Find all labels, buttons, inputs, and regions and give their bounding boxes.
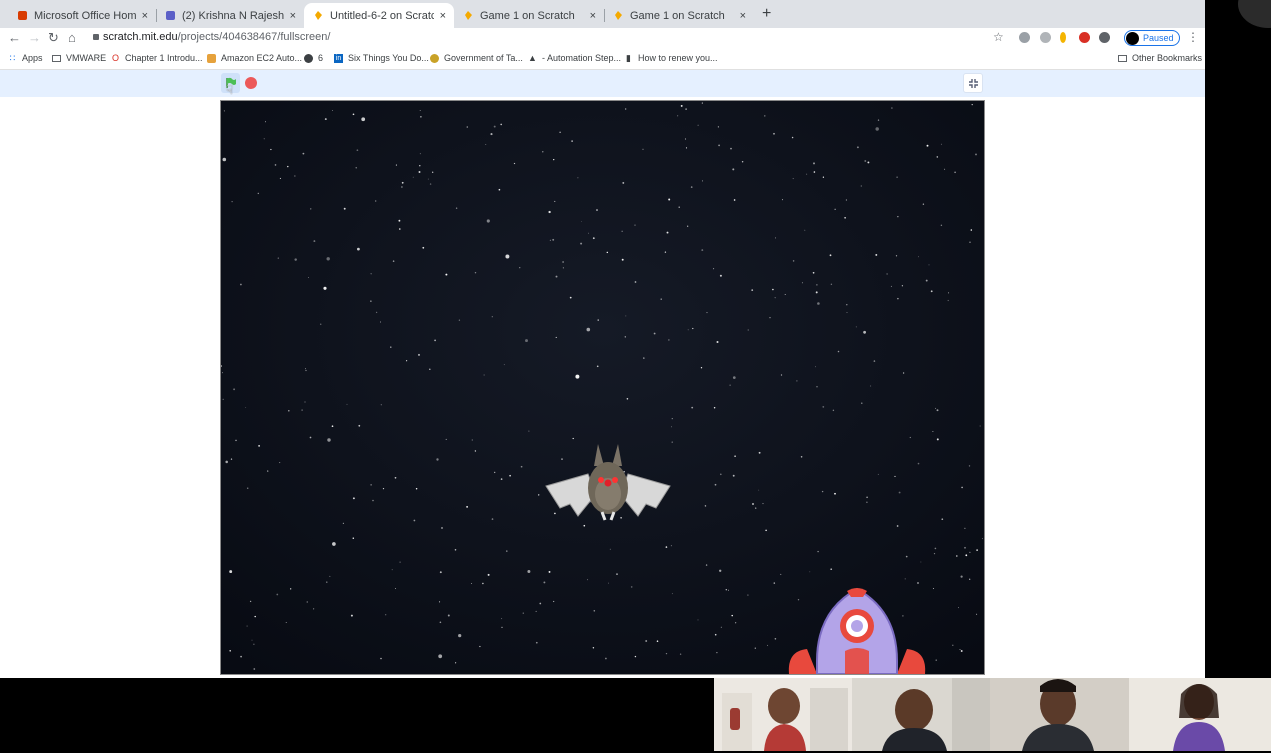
scratch-favicon-icon [312, 10, 324, 22]
triangle-icon: ▲ [528, 52, 537, 63]
stop-button[interactable] [245, 77, 257, 89]
avatar [1126, 31, 1139, 45]
tab-teams[interactable]: (2) Krishna N Rajesh, +6 | Micr × [156, 3, 304, 28]
tab-close-icon[interactable]: × [740, 10, 746, 22]
doc-icon: ▮ [626, 52, 631, 63]
tab-close-icon[interactable]: × [440, 10, 446, 22]
sprites-layer [545, 444, 926, 674]
exit-fullscreen-icon [968, 78, 978, 88]
back-arrow-icon[interactable]: ← [8, 30, 21, 45]
extension-icon[interactable] [1079, 32, 1090, 43]
teams-favicon-icon [164, 10, 176, 22]
tab-close-icon[interactable]: × [590, 10, 596, 22]
extension-icon[interactable] [1019, 32, 1030, 43]
tab-game-1-scratch[interactable]: Game 1 on Scratch × [454, 3, 604, 28]
url-host: scratch.mit.edu [103, 31, 178, 43]
scratch-stage[interactable] [220, 100, 985, 675]
extension-icon[interactable] [1060, 32, 1066, 43]
bookmark-amazon-ec2[interactable]: Amazon EC2 Auto... [207, 53, 302, 63]
box-icon [207, 53, 216, 63]
participant-video [714, 678, 852, 751]
emblem-icon [430, 53, 439, 63]
participant-video [990, 678, 1129, 751]
tab-title: Game 1 on Scratch [480, 9, 575, 22]
bookmark-vmware[interactable]: VMWARE [52, 53, 106, 63]
o-icon: O [111, 52, 119, 63]
tab-game-1-scratch-2[interactable]: Game 1 on Scratch × [604, 3, 754, 28]
extension-icon[interactable] [1099, 32, 1110, 43]
forward-arrow-icon[interactable]: → [28, 30, 41, 45]
video-tile-participant-4[interactable] [1129, 678, 1271, 751]
apps-grid-icon: ∷ [9, 52, 16, 63]
tab-close-icon[interactable]: × [142, 10, 148, 22]
video-tile-participant-2[interactable] [852, 678, 990, 751]
tab-title: Microsoft Office Home [34, 9, 136, 22]
browser-window: Microsoft Office Home × (2) Krishna N Ra… [0, 0, 1205, 678]
bookmark-6[interactable]: 6 [304, 53, 323, 63]
folder-icon [52, 54, 61, 62]
globe-icon [304, 53, 313, 63]
tab-untitled-scratch[interactable]: Untitled-6-2 on Scratch × [304, 3, 454, 28]
scratch-favicon-icon [462, 10, 474, 22]
profile-button[interactable]: Paused [1124, 30, 1180, 46]
profile-status: Paused [1143, 33, 1174, 43]
menu-kebab-icon[interactable]: ⋮ [1187, 30, 1199, 44]
linkedin-icon: in [334, 53, 343, 63]
folder-icon [1118, 54, 1127, 62]
screen-edge-black [1205, 0, 1271, 678]
tab-strip: Microsoft Office Home × (2) Krishna N Ra… [0, 0, 1205, 28]
extension-icon[interactable] [1040, 32, 1051, 43]
bookmark-automation[interactable]: ▲ - Automation Step... [528, 53, 621, 63]
address-bar[interactable]: scratch.mit.edu/projects/404638467/fulls… [93, 31, 330, 43]
tab-close-icon[interactable]: × [290, 10, 296, 22]
new-tab-button[interactable]: + [762, 5, 771, 23]
tab-microsoft-office-home[interactable]: Microsoft Office Home × [8, 3, 156, 28]
scratch-favicon-icon [612, 10, 624, 22]
tab-title: Untitled-6-2 on Scratch [330, 9, 434, 22]
scratch-fullscreen-header [0, 70, 1205, 97]
rocketship-sprite[interactable] [788, 587, 926, 674]
bookmark-six-things[interactable]: in Six Things You Do... [334, 53, 429, 63]
video-tile-participant-3[interactable] [990, 678, 1129, 751]
url-path: /projects/404638467/fullscreen/ [177, 31, 331, 43]
bookmark-star-icon[interactable]: ☆ [993, 30, 1004, 44]
bookmark-chapter-1[interactable]: O Chapter 1 Introdu... [111, 53, 203, 63]
office-favicon-icon [16, 10, 28, 22]
mouse-cursor-icon: ☟ [226, 83, 234, 97]
reload-icon[interactable]: ↻ [48, 30, 59, 46]
bookmark-apps[interactable]: ∷ Apps [8, 53, 43, 63]
home-icon[interactable]: ⌂ [68, 30, 76, 45]
bookmarks-bar: ∷ Apps VMWARE O Chapter 1 Introdu... Amazo… [0, 49, 1205, 70]
video-tile-participant-1[interactable] [714, 678, 852, 751]
participant-video [1129, 678, 1271, 751]
tab-title: (2) Krishna N Rajesh, +6 | Micr [182, 9, 284, 22]
participant-video [852, 678, 990, 751]
tab-title: Game 1 on Scratch [630, 9, 725, 22]
bookmark-government[interactable]: Government of Ta... [430, 53, 523, 63]
bat-sprite[interactable] [545, 444, 671, 521]
lock-icon [93, 34, 99, 41]
exit-fullscreen-button[interactable] [963, 73, 983, 93]
bookmark-how-to-renew[interactable]: ▮ How to renew you... [624, 53, 718, 63]
bookmark-other[interactable]: Other Bookmarks [1118, 53, 1202, 63]
